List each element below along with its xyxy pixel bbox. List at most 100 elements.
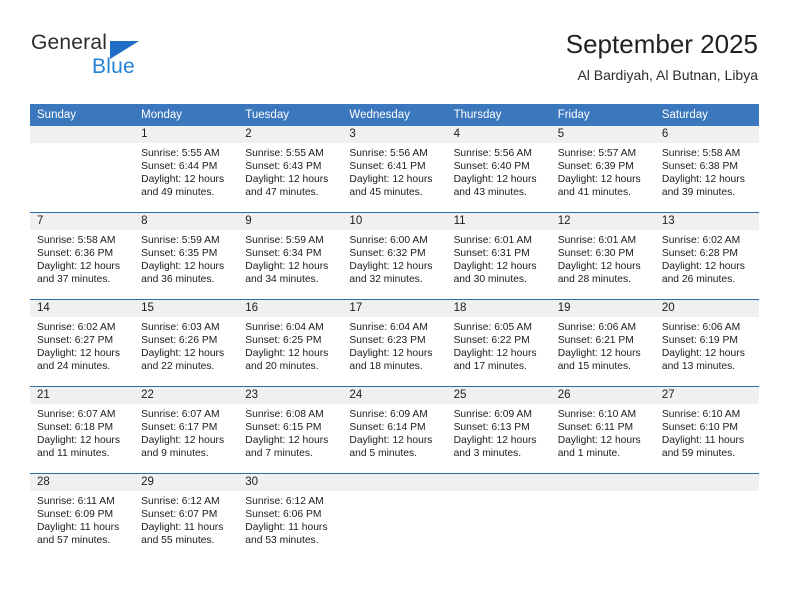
day-number: 5 [550, 126, 655, 143]
sunset-text: Sunset: 6:13 PM [453, 422, 530, 434]
day-cell[interactable]: 28 Sunrise: 6:11 AM Sunset: 6:09 PM Dayl… [30, 473, 135, 560]
sunset-text: Sunset: 6:32 PM [349, 248, 426, 260]
day-cell[interactable] [30, 126, 135, 213]
sunrise-text: Sunrise: 5:58 AM [661, 148, 741, 159]
day-cell[interactable]: 8 Sunrise: 5:59 AM Sunset: 6:35 PM Dayli… [134, 212, 239, 300]
day-cell[interactable]: 21 Sunrise: 6:07 AM Sunset: 6:18 PM Dayl… [30, 386, 135, 474]
daylight-text-line1: Daylight: 12 hours [141, 435, 225, 447]
day-details: Sunrise: 5:59 AM Sunset: 6:35 PM Dayligh… [134, 230, 238, 286]
sunrise-text: Sunrise: 6:06 AM [661, 322, 741, 333]
daylight-text-line1: Daylight: 12 hours [661, 348, 745, 360]
day-cell[interactable]: 9 Sunrise: 5:59 AM Sunset: 6:34 PM Dayli… [238, 212, 343, 300]
day-number [30, 126, 135, 143]
daylight-text-line2: and 1 minute. [557, 448, 621, 460]
day-cell[interactable]: 16 Sunrise: 6:04 AM Sunset: 6:25 PM Dayl… [238, 299, 343, 387]
day-details: Sunrise: 6:11 AM Sunset: 6:09 PM Dayligh… [30, 491, 134, 547]
sunset-text: Sunset: 6:21 PM [557, 335, 634, 347]
day-cell[interactable]: 10 Sunrise: 6:00 AM Sunset: 6:32 PM Dayl… [342, 212, 447, 300]
day-cell[interactable]: 3 Sunrise: 5:56 AM Sunset: 6:41 PM Dayli… [342, 126, 447, 213]
sunrise-text: Sunrise: 6:01 AM [557, 235, 637, 246]
sunset-text: Sunset: 6:18 PM [37, 422, 114, 434]
week-row: 14 Sunrise: 6:02 AM Sunset: 6:27 PM Dayl… [30, 299, 759, 387]
sunset-text: Sunset: 6:22 PM [453, 335, 530, 347]
day-cell[interactable]: 1 Sunrise: 5:55 AM Sunset: 6:44 PM Dayli… [134, 126, 239, 213]
day-number: 1 [134, 126, 239, 143]
day-cell[interactable]: 5 Sunrise: 5:57 AM Sunset: 6:39 PM Dayli… [550, 126, 655, 213]
sunrise-text: Sunrise: 6:09 AM [453, 409, 532, 420]
weekday-header-row: Sunday Monday Tuesday Wednesday Thursday… [30, 104, 759, 126]
day-number: 27 [654, 387, 759, 404]
day-cell[interactable]: 7 Sunrise: 5:58 AM Sunset: 6:36 PM Dayli… [30, 212, 135, 300]
daylight-text-line1: Daylight: 12 hours [349, 174, 433, 186]
daylight-text-line2: and 39 minutes. [661, 187, 736, 199]
daylight-text-line1: Daylight: 12 hours [453, 174, 537, 186]
day-details: Sunrise: 6:10 AM Sunset: 6:10 PM Dayligh… [655, 404, 759, 460]
day-number: 10 [342, 213, 447, 230]
weekday-header-tuesday: Tuesday [238, 104, 343, 126]
general-blue-logo[interactable]: General Blue [31, 31, 211, 81]
day-cell[interactable]: 30 Sunrise: 6:12 AM Sunset: 6:06 PM Dayl… [238, 473, 343, 560]
day-cell[interactable]: 23 Sunrise: 6:08 AM Sunset: 6:15 PM Dayl… [238, 386, 343, 474]
daylight-text-line2: and 20 minutes. [245, 361, 319, 373]
day-cell[interactable]: 12 Sunrise: 6:01 AM Sunset: 6:30 PM Dayl… [550, 212, 655, 300]
weekday-header-saturday: Saturday [654, 104, 759, 126]
day-details: Sunrise: 6:04 AM Sunset: 6:25 PM Dayligh… [238, 317, 342, 373]
day-cell[interactable]: 11 Sunrise: 6:01 AM Sunset: 6:31 PM Dayl… [446, 212, 551, 300]
day-details: Sunrise: 6:07 AM Sunset: 6:17 PM Dayligh… [134, 404, 238, 460]
daylight-text-line1: Daylight: 12 hours [661, 261, 745, 273]
daylight-text-line1: Daylight: 12 hours [245, 435, 329, 447]
day-cell[interactable]: 14 Sunrise: 6:02 AM Sunset: 6:27 PM Dayl… [30, 299, 135, 387]
day-cell[interactable]: 22 Sunrise: 6:07 AM Sunset: 6:17 PM Dayl… [134, 386, 239, 474]
day-cell[interactable]: 24 Sunrise: 6:09 AM Sunset: 6:14 PM Dayl… [342, 386, 447, 474]
day-number: 19 [550, 300, 655, 317]
day-number: 26 [550, 387, 655, 404]
day-cell[interactable] [446, 473, 551, 560]
day-number [446, 474, 551, 491]
day-number: 20 [654, 300, 759, 317]
sunset-text: Sunset: 6:34 PM [245, 248, 322, 260]
daylight-text-line2: and 53 minutes. [245, 535, 319, 547]
day-details [551, 491, 655, 495]
day-cell[interactable] [550, 473, 655, 560]
sunset-text: Sunset: 6:23 PM [349, 335, 426, 347]
daylight-text-line1: Daylight: 12 hours [557, 435, 641, 447]
day-cell[interactable]: 18 Sunrise: 6:05 AM Sunset: 6:22 PM Dayl… [446, 299, 551, 387]
daylight-text-line2: and 45 minutes. [349, 187, 423, 199]
daylight-text-line1: Daylight: 12 hours [37, 348, 120, 360]
sunset-text: Sunset: 6:43 PM [245, 161, 322, 173]
day-number: 25 [446, 387, 551, 404]
day-cell[interactable] [342, 473, 447, 560]
day-cell[interactable]: 13 Sunrise: 6:02 AM Sunset: 6:28 PM Dayl… [654, 212, 759, 300]
daylight-text-line1: Daylight: 12 hours [453, 435, 537, 447]
day-number: 9 [238, 213, 343, 230]
day-cell[interactable] [654, 473, 759, 560]
daylight-text-line1: Daylight: 12 hours [557, 174, 641, 186]
day-cell[interactable]: 27 Sunrise: 6:10 AM Sunset: 6:10 PM Dayl… [654, 386, 759, 474]
daylight-text-line2: and 30 minutes. [453, 274, 527, 286]
daylight-text-line1: Daylight: 12 hours [141, 174, 225, 186]
day-cell[interactable]: 15 Sunrise: 6:03 AM Sunset: 6:26 PM Dayl… [134, 299, 239, 387]
daylight-text-line1: Daylight: 11 hours [141, 522, 224, 534]
daylight-text-line1: Daylight: 12 hours [349, 261, 433, 273]
day-cell[interactable]: 29 Sunrise: 6:12 AM Sunset: 6:07 PM Dayl… [134, 473, 239, 560]
day-cell[interactable]: 26 Sunrise: 6:10 AM Sunset: 6:11 PM Dayl… [550, 386, 655, 474]
sunrise-text: Sunrise: 5:57 AM [557, 148, 637, 159]
day-cell[interactable]: 4 Sunrise: 5:56 AM Sunset: 6:40 PM Dayli… [446, 126, 551, 213]
day-details: Sunrise: 6:02 AM Sunset: 6:28 PM Dayligh… [655, 230, 759, 286]
sunrise-text: Sunrise: 5:59 AM [141, 235, 220, 246]
day-details [342, 491, 446, 495]
day-cell[interactable]: 20 Sunrise: 6:06 AM Sunset: 6:19 PM Dayl… [654, 299, 759, 387]
daylight-text-line1: Daylight: 11 hours [37, 522, 120, 534]
day-number: 3 [342, 126, 447, 143]
page-title: September 2025 [565, 29, 758, 59]
sunrise-text: Sunrise: 6:09 AM [349, 409, 428, 420]
day-cell[interactable]: 19 Sunrise: 6:06 AM Sunset: 6:21 PM Dayl… [550, 299, 655, 387]
day-cell[interactable]: 6 Sunrise: 5:58 AM Sunset: 6:38 PM Dayli… [654, 126, 759, 213]
daylight-text-line1: Daylight: 12 hours [141, 348, 225, 360]
sunset-text: Sunset: 6:06 PM [245, 509, 322, 521]
day-cell[interactable]: 2 Sunrise: 5:55 AM Sunset: 6:43 PM Dayli… [238, 126, 343, 213]
day-cell[interactable]: 25 Sunrise: 6:09 AM Sunset: 6:13 PM Dayl… [446, 386, 551, 474]
day-cell[interactable]: 17 Sunrise: 6:04 AM Sunset: 6:23 PM Dayl… [342, 299, 447, 387]
day-number: 12 [550, 213, 655, 230]
day-details [30, 143, 134, 147]
